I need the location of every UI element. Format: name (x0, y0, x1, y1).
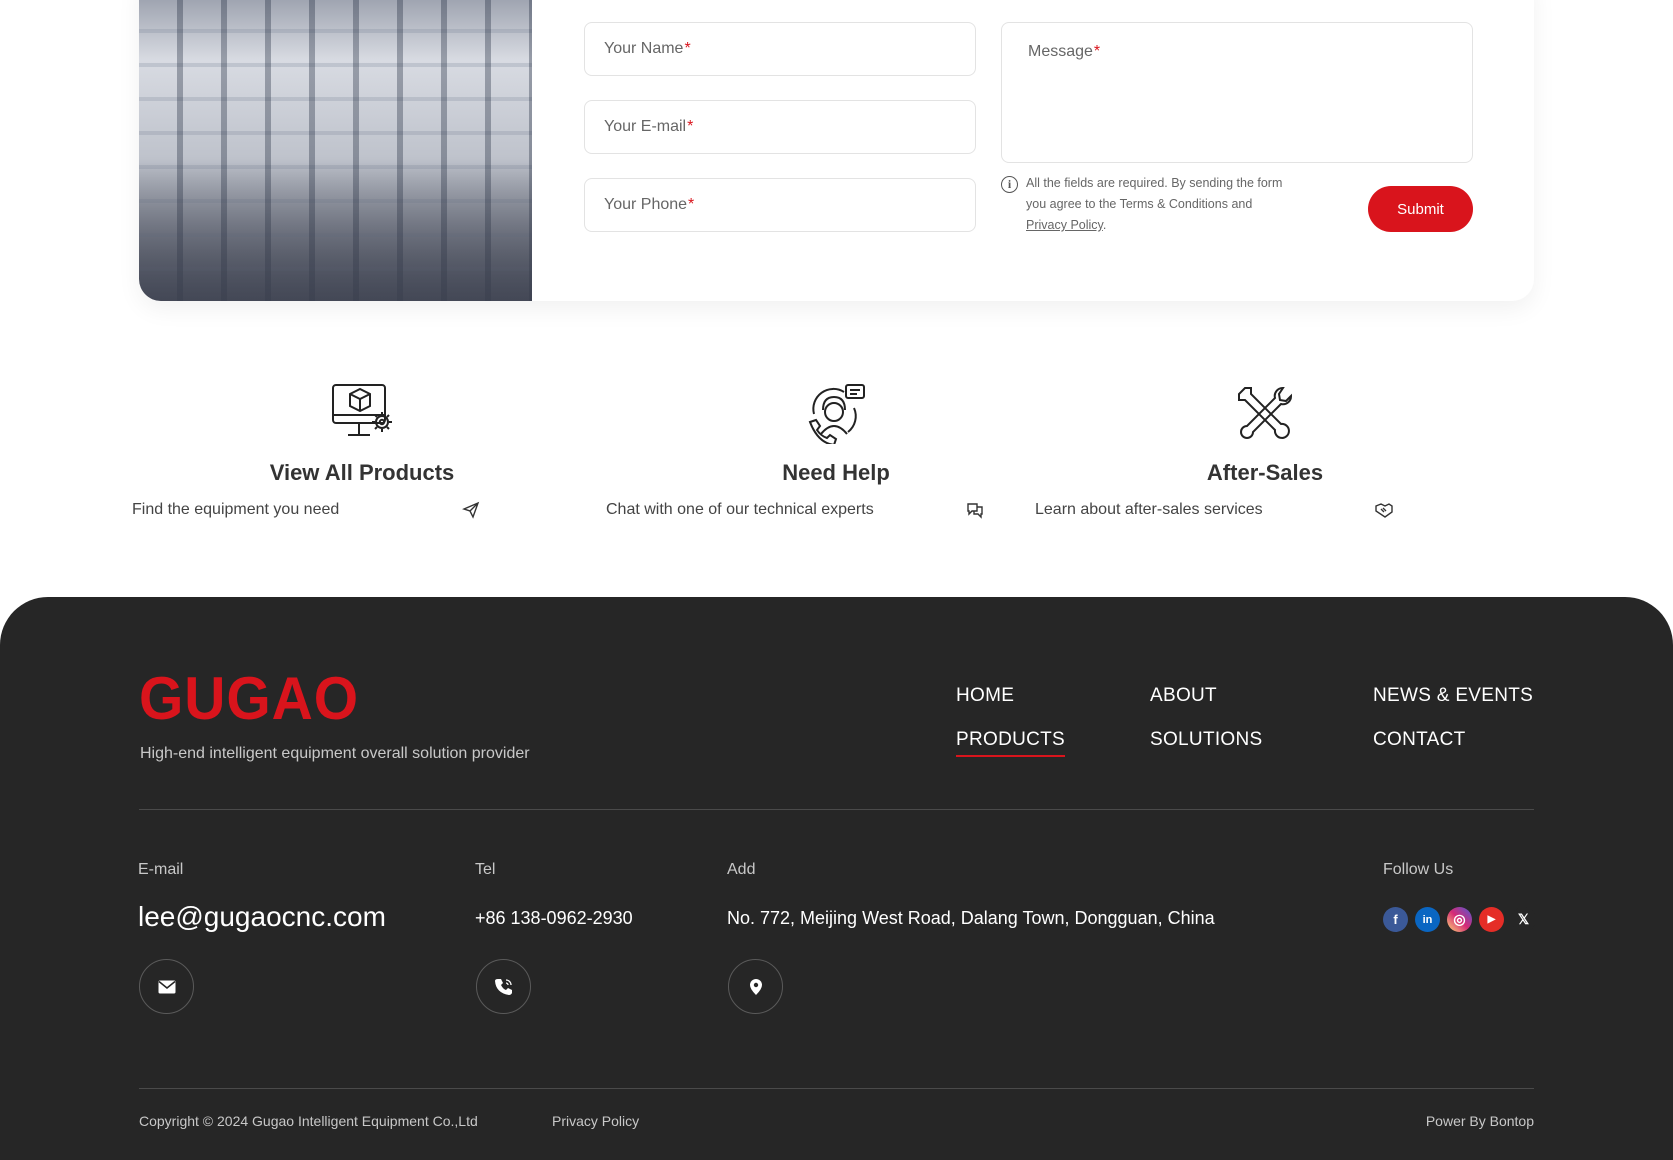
youtube-icon[interactable]: ▶ (1479, 907, 1504, 932)
feature-after-sales[interactable]: After-Sales Learn about after-sales serv… (1035, 382, 1495, 519)
phone-input[interactable]: Your Phone * (584, 178, 976, 232)
linkedin-icon[interactable]: in (1415, 907, 1440, 932)
paper-plane-icon (461, 501, 479, 519)
location-pin-icon (749, 978, 762, 995)
factory-image (139, 0, 532, 301)
footer-nav-home[interactable]: HOME (956, 685, 1014, 707)
instagram-icon[interactable]: ◎ (1447, 907, 1472, 932)
site-footer: GUGAO High-end intelligent equipment ove… (0, 597, 1673, 1160)
email-button[interactable] (139, 959, 194, 1014)
footer-nav-contact[interactable]: CONTACT (1373, 729, 1466, 751)
footer-divider (139, 809, 1534, 810)
monitor-box-gear-icon (332, 384, 392, 436)
required-mark: * (687, 118, 694, 135)
message-textarea[interactable]: Message * (1001, 22, 1473, 163)
feature-title: After-Sales (1206, 460, 1324, 485)
phone-button[interactable] (476, 959, 531, 1014)
name-input-placeholder: Your Name (604, 40, 684, 57)
power-by-text[interactable]: Power By Bontop (1426, 1113, 1534, 1129)
location-button[interactable] (728, 959, 783, 1014)
required-mark: * (684, 40, 691, 57)
footer-bottom-divider (139, 1088, 1534, 1089)
feature-text: Learn about after-sales services (1035, 501, 1263, 518)
footer-privacy-policy-link[interactable]: Privacy Policy (552, 1113, 639, 1129)
feature-text: Chat with one of our technical experts (606, 501, 874, 518)
footer-nav-about[interactable]: ABOUT (1150, 685, 1217, 707)
feature-title: View All Products (269, 460, 455, 485)
feature-view-products[interactable]: View All Products Find the equipment you… (132, 382, 592, 519)
handshake-icon (1375, 503, 1393, 518)
phone-input-placeholder: Your Phone (604, 196, 688, 213)
footer-nav-solutions[interactable]: SOLUTIONS (1150, 729, 1263, 751)
feature-link[interactable]: Find the equipment you need (132, 501, 592, 519)
submit-button[interactable]: Submit (1368, 186, 1473, 232)
name-input[interactable]: Your Name * (584, 22, 976, 76)
footer-nav-news-events[interactable]: NEWS & EVENTS (1373, 685, 1533, 707)
feature-link[interactable]: Learn about after-sales services (1035, 501, 1495, 519)
email-input-placeholder: Your E-mail (604, 118, 687, 135)
notice-end: . (1102, 218, 1107, 232)
copyright-text: Copyright © 2024 Gugao Intelligent Equip… (139, 1113, 478, 1129)
footer-tagline: High-end intelligent equipment overall s… (140, 745, 530, 762)
privacy-policy-link[interactable]: Privacy Policy (1026, 218, 1103, 232)
required-mark: * (1093, 43, 1101, 60)
x-icon[interactable]: 𝕏 (1511, 907, 1536, 932)
tel-value[interactable]: +86 138-0962-2930 (475, 908, 633, 929)
form-notice: All the fields are required. By sending … (1026, 173, 1326, 236)
chat-bubbles-icon (967, 503, 983, 519)
email-label: E-mail (138, 861, 184, 878)
required-mark: * (688, 196, 695, 213)
contact-form-card: Your Name * Your E-mail * Your Phone * Mess… (139, 0, 1534, 301)
tel-label: Tel (475, 861, 496, 878)
feature-text: Find the equipment you need (132, 501, 340, 518)
notice-line-2: you agree to the Terms & Conditions and (1026, 197, 1253, 211)
email-value[interactable]: lee@gugaocnc.com (138, 901, 386, 933)
social-links: f in ◎ ▶ 𝕏 (1383, 907, 1536, 932)
footer-nav-products[interactable]: PRODUCTS (956, 729, 1066, 757)
feature-link[interactable]: Chat with one of our technical experts (606, 501, 1066, 519)
envelope-icon (158, 980, 175, 993)
support-agent-icon (808, 384, 865, 444)
info-icon: i (1001, 176, 1018, 193)
feature-need-help[interactable]: Need Help Chat with one of our technical… (606, 382, 1066, 519)
email-input[interactable]: Your E-mail * (584, 100, 976, 154)
notice-line-1: All the fields are required. By sending … (1026, 176, 1283, 190)
gugao-logo[interactable]: GUGAO (139, 669, 359, 729)
facebook-icon[interactable]: f (1383, 907, 1408, 932)
follow-us-label: Follow Us (1383, 861, 1454, 878)
message-placeholder: Message (1028, 43, 1093, 60)
address-value: No. 772, Meijing West Road, Dalang Town,… (727, 908, 1215, 928)
address-label: Add (727, 861, 756, 878)
phone-icon (494, 978, 512, 995)
wrench-screwdriver-icon (1238, 387, 1292, 439)
feature-title: Need Help (782, 460, 890, 485)
